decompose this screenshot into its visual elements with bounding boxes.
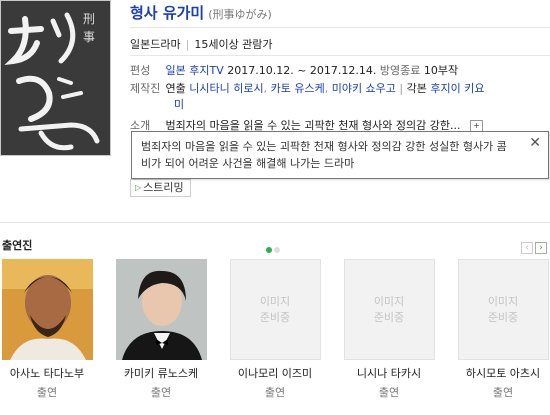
age-rating: 15세이상 관람가 <box>194 38 273 51</box>
director-link-3[interactable]: 미야키 쇼우고 <box>332 82 396 95</box>
writer-link[interactable]: 후지이 키요 <box>430 82 484 95</box>
no-image-text: 이미지 <box>259 294 291 308</box>
director-link-2[interactable]: 카토 유스케 <box>271 82 325 95</box>
cast-name[interactable]: 카미키 류노스케 <box>115 365 207 381</box>
cast-photo[interactable] <box>115 259 207 360</box>
broadcast-period: 2017.10.12. ~ 2017.12.14. <box>227 64 377 77</box>
original-title: (刑事ゆがみ) <box>208 8 272 21</box>
cast-page-indicator <box>266 238 282 257</box>
no-image-text: 준비중 <box>373 310 405 324</box>
title-divider <box>130 27 550 28</box>
cast-card[interactable]: 이미지 준비중 이나모리 이즈미 출연 <box>229 259 321 400</box>
cast-name[interactable]: 이나모리 이즈미 <box>229 365 321 381</box>
svg-text:刑: 刑 <box>83 12 95 26</box>
staff-row-wrap: 미 <box>174 96 184 112</box>
page-dot[interactable] <box>274 247 280 253</box>
staff-row: 제작진 연출 니시타니 히로시, 카토 유스케, 미야키 쇼우고 | 각본 후지… <box>130 82 485 95</box>
episode-count: 10부작 <box>423 64 459 77</box>
intro-popup: 범죄자의 마음을 읽을 수 있는 괴팍한 천재 형사와 정의감 강한 성실한 형… <box>131 131 549 179</box>
no-image-placeholder[interactable]: 이미지 준비중 <box>343 259 435 360</box>
director-link-1[interactable]: 니시타니 히로시 <box>189 82 263 95</box>
intro-full-text: 범죄자의 마음을 읽을 수 있는 괴팍한 천재 형사와 정의감 강한 성실한 형… <box>141 140 507 170</box>
broadcast-row: 편성 일본 후지TV 2017.10.12. ~ 2017.12.14. 방영종… <box>130 62 458 78</box>
no-image-text: 준비중 <box>487 310 519 324</box>
meta-divider: | <box>185 38 190 51</box>
channel-link[interactable]: 일본 후지TV <box>166 64 224 77</box>
streaming-button[interactable]: ▷ 스트리밍 <box>130 179 191 197</box>
svg-text:事: 事 <box>83 30 95 44</box>
cast-card[interactable]: 카미키 류노스케 출연 <box>115 259 207 400</box>
cast-role: 출연 <box>150 386 172 399</box>
close-icon[interactable]: ✕ <box>529 136 541 150</box>
no-image-text: 이미지 <box>487 294 519 308</box>
drama-title-link[interactable]: 형사 유가미 <box>130 4 204 22</box>
cast-photo[interactable] <box>1 259 93 360</box>
writer-label: 각본 <box>406 82 427 95</box>
chevron-left-icon[interactable]: ‹ <box>521 242 533 254</box>
cast-name[interactable]: 니시나 타카시 <box>343 365 435 381</box>
cast-card[interactable]: 이미지 준비중 하시모토 아츠시 출연 <box>457 259 549 400</box>
cast-pager: ‹ › <box>519 235 547 254</box>
broadcast-label: 편성 <box>130 64 151 77</box>
cast-name[interactable]: 하시모토 아츠시 <box>457 365 549 381</box>
cast-card[interactable]: 이미지 준비중 니시나 타카시 출연 <box>343 259 435 400</box>
writer-link-continued[interactable]: 미 <box>174 98 184 111</box>
section-divider <box>0 222 550 223</box>
cast-card[interactable]: 아사노 타다노부 출연 <box>1 259 93 400</box>
broadcast-status: 방영종료 <box>379 64 421 77</box>
no-image-text: 이미지 <box>373 294 405 308</box>
play-icon: ▷ <box>135 183 142 192</box>
drama-poster[interactable]: 刑 事 <box>0 0 111 156</box>
streaming-label: 스트리밍 <box>143 181 184 194</box>
staff-label: 제작진 <box>130 82 161 95</box>
no-image-text: 준비중 <box>259 310 291 324</box>
no-image-placeholder[interactable]: 이미지 준비중 <box>457 259 549 360</box>
meta-divider-line <box>130 55 550 56</box>
no-image-placeholder[interactable]: 이미지 준비중 <box>229 259 321 360</box>
director-label: 연출 <box>165 82 186 95</box>
cast-heading: 출연진 <box>2 239 33 252</box>
cast-role: 출연 <box>264 386 286 399</box>
chevron-right-icon[interactable]: › <box>535 242 547 254</box>
cast-role: 출연 <box>378 386 400 399</box>
cast-role: 출연 <box>36 386 58 399</box>
cast-name[interactable]: 아사노 타다노부 <box>1 365 93 381</box>
cast-role: 출연 <box>492 386 514 399</box>
page-dot-active[interactable] <box>266 247 272 253</box>
genre-link[interactable]: 일본드라마 <box>130 38 181 51</box>
